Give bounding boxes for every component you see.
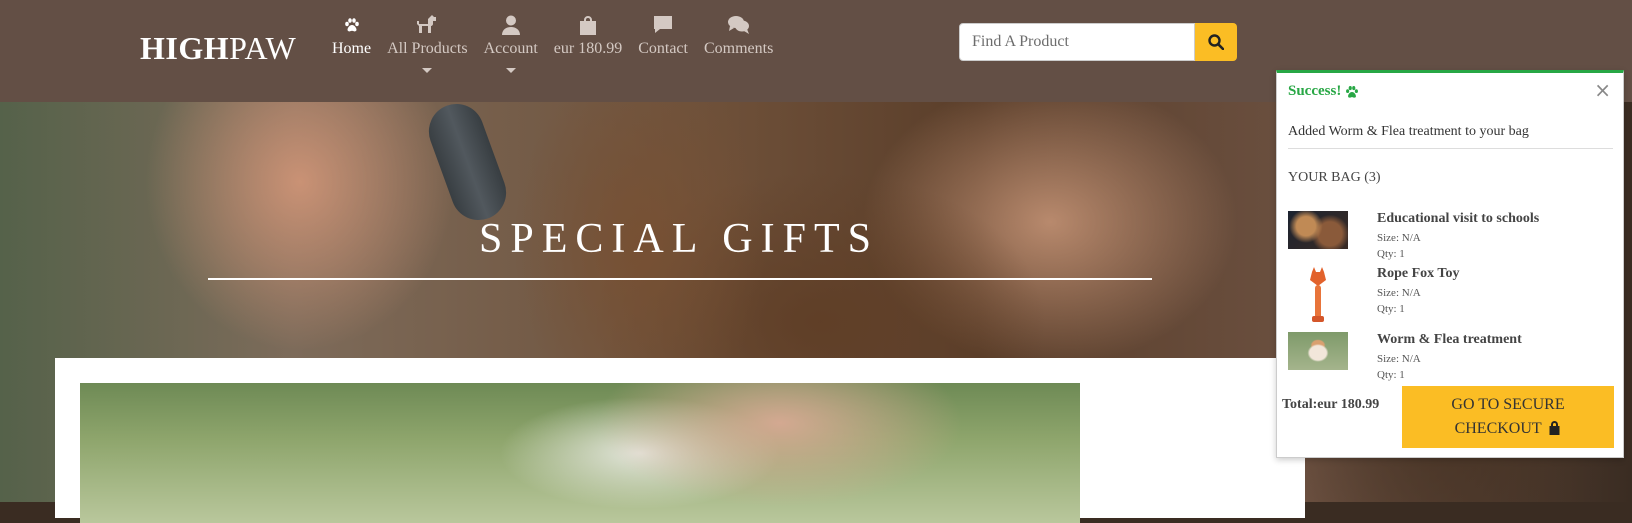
shopping-bag-icon [579, 14, 597, 36]
bag-count: YOUR BAG (3) [1288, 170, 1381, 185]
content-card [55, 358, 1305, 523]
brand-logo[interactable]: HIGHPAW [140, 30, 296, 67]
nav-label: Contact [638, 40, 688, 57]
checkout-button[interactable]: GO TO SECURE CHECKOUT [1402, 386, 1614, 448]
nav-label: Home [332, 40, 372, 57]
item-thumbnail [1288, 266, 1348, 324]
bag-total: Total:eur 180.99 [1282, 397, 1380, 412]
featured-product-image[interactable] [80, 383, 1080, 523]
toast-header: Success! [1288, 83, 1359, 100]
nav-comments[interactable]: Comments [704, 14, 773, 73]
item-name: Worm & Flea treatment [1377, 332, 1522, 347]
nav-bag-total[interactable]: eur 180.99 [554, 14, 622, 73]
item-qty: Qty: 1 [1377, 303, 1405, 315]
paw-icon [1346, 85, 1359, 98]
toast-message: Added Worm & Flea treatment to your bag [1288, 124, 1529, 139]
close-icon[interactable]: × [1594, 78, 1611, 102]
item-size: Size: N/A [1377, 353, 1421, 365]
divider [1288, 148, 1613, 149]
nav-all-products[interactable]: All Products [387, 14, 468, 73]
bag-toast: Success! × Added Worm & Flea treatment t… [1276, 70, 1624, 458]
search-icon [1208, 34, 1224, 50]
hero-divider [208, 278, 1152, 280]
bag-item[interactable]: Educational visit to schools Size: N/A Q… [1288, 211, 1618, 265]
checkout-label-line2: CHECKOUT [1454, 420, 1542, 437]
item-name: Rope Fox Toy [1377, 266, 1460, 281]
nav-account[interactable]: Account [484, 14, 538, 73]
item-thumbnail [1288, 332, 1348, 370]
nav-label: eur 180.99 [553, 40, 623, 57]
item-size: Size: N/A [1377, 232, 1421, 244]
hero-title: SPECIAL GIFTS [479, 216, 879, 262]
paw-icon [344, 14, 360, 36]
search-input[interactable] [959, 23, 1195, 61]
search-button[interactable] [1195, 23, 1237, 61]
item-qty: Qty: 1 [1377, 369, 1405, 381]
comments-icon [727, 14, 750, 36]
nav-label: All Products [387, 40, 468, 57]
item-qty: Qty: 1 [1377, 248, 1405, 260]
lock-icon [1549, 421, 1560, 435]
checkout-label-line1: GO TO SECURE [1451, 396, 1565, 413]
item-name: Educational visit to schools [1377, 211, 1540, 226]
caret-down-icon [505, 68, 516, 73]
nav-home[interactable]: Home [332, 14, 371, 73]
search-bar [959, 23, 1237, 61]
caret-down-icon [422, 68, 433, 73]
item-thumbnail [1288, 211, 1348, 249]
item-size: Size: N/A [1377, 287, 1421, 299]
toast-title: Success! [1288, 83, 1342, 99]
bag-item[interactable]: Rope Fox Toy Size: N/A Qty: 1 [1288, 266, 1618, 324]
user-icon [501, 14, 520, 36]
comment-icon [653, 14, 673, 36]
nav-label: Comments [703, 40, 774, 57]
nav-label: Account [483, 40, 538, 57]
main-nav: Home All Products Account eur 180.99 Con… [332, 14, 789, 73]
dog-icon [415, 14, 439, 36]
nav-contact[interactable]: Contact [638, 14, 688, 73]
bag-item[interactable]: Worm & Flea treatment Size: N/A Qty: 1 [1288, 332, 1618, 386]
hero-image-collar [421, 102, 514, 228]
